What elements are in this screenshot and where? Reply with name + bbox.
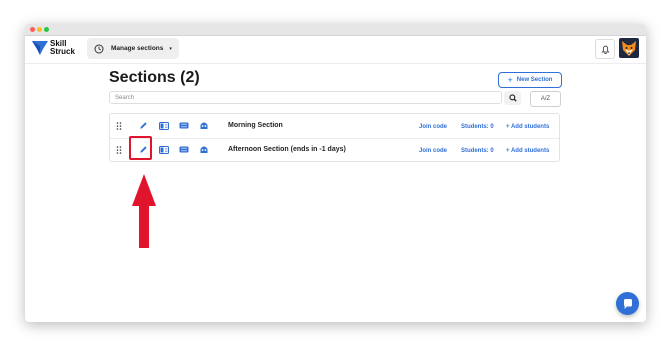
robot-icon	[200, 146, 207, 153]
chevron-down-icon: ▾	[169, 45, 172, 52]
drag-handle-icon[interactable]	[116, 122, 122, 130]
page-title: Sections (2)	[109, 69, 200, 86]
pencil-icon	[140, 122, 147, 129]
brand-line-2: Struck	[50, 47, 75, 56]
robot-button[interactable]	[198, 144, 209, 155]
robot-button[interactable]	[198, 120, 209, 131]
join-code-link[interactable]: Join code	[419, 124, 447, 130]
book-icon	[158, 121, 169, 130]
highlight-box	[129, 136, 152, 160]
students-count-link[interactable]: Students: 0	[461, 124, 494, 130]
brand-name[interactable]: Skill Struck	[50, 40, 75, 56]
typing-button[interactable]	[178, 120, 189, 131]
section-name: Afternoon Section (ends in -1 days)	[228, 146, 346, 153]
sort-az-button[interactable]: A/Z	[530, 91, 561, 107]
gradebook-button[interactable]	[158, 120, 169, 131]
up-arrow-annotation-icon	[132, 174, 156, 248]
search-placeholder: Search	[115, 94, 135, 101]
sections-table: Morning Section Join code Students: 0 + …	[109, 113, 560, 162]
plus-icon: +	[507, 75, 513, 85]
window-titlebar	[25, 24, 646, 36]
zoom-window-button[interactable]	[44, 27, 49, 32]
new-section-button[interactable]: + New Section	[498, 72, 562, 88]
typing-button[interactable]	[178, 144, 189, 155]
bell-icon	[601, 45, 609, 54]
search-input[interactable]: Search	[109, 91, 502, 104]
new-section-label: New Section	[516, 77, 553, 83]
sort-az-label: A/Z	[540, 96, 551, 102]
students-count-link[interactable]: Students: 0	[461, 148, 494, 154]
manage-sections-button[interactable]: Manage sections ▾	[87, 38, 179, 59]
minimize-window-button[interactable]	[37, 27, 42, 32]
skill-struck-logo-icon[interactable]	[31, 40, 49, 56]
search-button[interactable]	[504, 91, 521, 105]
book-icon	[158, 145, 169, 154]
table-row: Morning Section Join code Students: 0 + …	[110, 114, 559, 139]
top-navigation-bar: Skill Struck Manage sections ▾	[25, 36, 646, 64]
drag-handle-icon[interactable]	[116, 146, 122, 154]
section-name: Morning Section	[228, 122, 283, 129]
table-row: Afternoon Section (ends in -1 days) Join…	[110, 138, 559, 162]
browser-window: Skill Struck Manage sections ▾ Sections …	[25, 24, 646, 322]
edit-section-button[interactable]	[138, 120, 149, 131]
manage-sections-label: Manage sections	[111, 45, 164, 52]
clock-icon	[94, 44, 104, 53]
chat-support-button[interactable]	[616, 292, 639, 315]
notifications-button[interactable]	[595, 39, 615, 59]
robot-icon	[200, 122, 207, 129]
keyboard-icon	[179, 122, 188, 129]
add-students-link[interactable]: + Add students	[506, 124, 549, 130]
user-avatar[interactable]	[619, 38, 639, 58]
fox-avatar-icon	[622, 41, 636, 56]
search-icon	[508, 94, 517, 102]
chat-bubble-icon	[623, 298, 632, 309]
keyboard-icon	[179, 146, 188, 153]
join-code-link[interactable]: Join code	[419, 148, 447, 154]
add-students-link[interactable]: + Add students	[506, 148, 549, 154]
close-window-button[interactable]	[30, 27, 35, 32]
gradebook-button[interactable]	[158, 144, 169, 155]
